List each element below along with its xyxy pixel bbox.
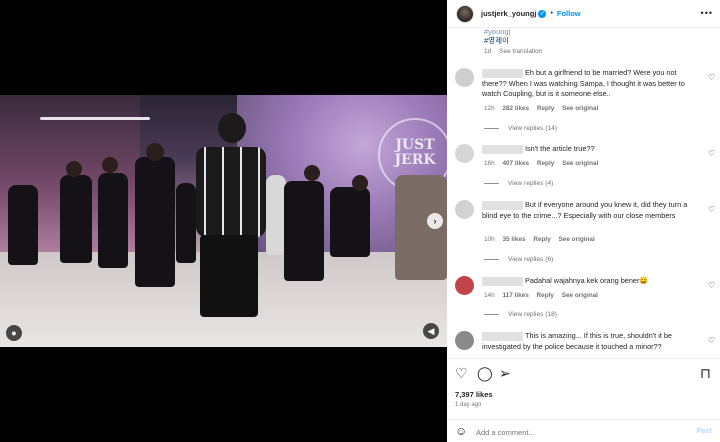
post-media: JUST JERK › ● ◀ xyxy=(0,0,447,442)
reply-button[interactable]: Reply xyxy=(537,160,554,167)
view-replies-button[interactable]: View replies (14) xyxy=(484,125,557,132)
view-replies-button[interactable]: View replies (4) xyxy=(484,180,553,187)
comment-meta: 12h 282 likes Reply See original xyxy=(484,105,599,112)
comment-text: But if everyone around you knew it, did … xyxy=(482,200,688,220)
dance-video[interactable]: JUST JERK xyxy=(0,95,447,347)
main-dancer-head xyxy=(218,113,246,143)
post-button[interactable]: Post xyxy=(697,428,712,435)
see-translation-link[interactable]: See translation xyxy=(499,48,542,55)
reply-button[interactable]: Reply xyxy=(537,105,554,112)
caption-time: 1d xyxy=(484,48,492,55)
background-dancer xyxy=(330,187,370,257)
caption-hashtag[interactable]: #영제이 xyxy=(484,35,509,46)
post-date: 1 day ago xyxy=(455,402,482,408)
commenter-avatar[interactable] xyxy=(455,331,474,350)
background-dancer xyxy=(176,183,196,263)
comment-bubble-icon[interactable]: ◯ xyxy=(477,366,493,380)
caption-meta: 1d See translation xyxy=(484,48,548,55)
background-dancer xyxy=(8,185,38,265)
comment-text: Padahal wajahnya kek orang bener😄 xyxy=(525,276,649,285)
user-tag-icon[interactable]: ● xyxy=(6,325,22,341)
main-dancer-legs xyxy=(200,235,258,317)
see-original-link[interactable]: See original xyxy=(562,160,598,167)
comment-meta: 10h 35 likes Reply See original xyxy=(484,236,595,243)
post-actions: ♡ ◯ ➢ ⊓ 7,397 likes 1 day ago xyxy=(447,358,720,410)
ceiling-light xyxy=(40,117,150,120)
background-dancer xyxy=(135,157,175,287)
add-comment-bar: ☺ Post xyxy=(447,419,720,442)
see-original-link[interactable]: See original xyxy=(562,292,598,299)
heart-outline-icon[interactable]: ♡ xyxy=(708,205,715,214)
post-header: justjerk_youngj ✓ • Follow ••• xyxy=(447,0,720,28)
see-original-link[interactable]: See original xyxy=(559,236,595,243)
comment-text: Eh but a girlfriend to be married? Were … xyxy=(482,68,685,98)
verified-badge-icon: ✓ xyxy=(538,9,547,18)
reply-button[interactable]: Reply xyxy=(533,236,550,243)
share-send-icon[interactable]: ➢ xyxy=(499,366,511,380)
heart-outline-icon[interactable]: ♡ xyxy=(708,73,715,82)
view-replies-button[interactable]: View replies (18) xyxy=(484,311,557,318)
follow-button[interactable]: Follow xyxy=(557,9,581,18)
commenter-avatar[interactable] xyxy=(455,68,474,87)
comments-list[interactable]: #youngj #영제이 1d See translation Eh but a… xyxy=(447,28,720,358)
volume-muted-icon[interactable]: ◀ xyxy=(423,323,439,339)
avatar[interactable] xyxy=(456,4,474,23)
commenter-avatar[interactable] xyxy=(455,276,474,295)
heart-outline-icon[interactable]: ♡ xyxy=(708,149,715,158)
dancer-head xyxy=(66,161,82,177)
dancer-head xyxy=(102,157,118,173)
comment-meta: 16h 407 likes Reply See original xyxy=(484,160,599,167)
background-dancer xyxy=(284,181,324,281)
background-dancer xyxy=(266,175,286,255)
dancer-head xyxy=(146,143,164,161)
heart-outline-icon[interactable]: ♡ xyxy=(708,281,715,290)
view-replies-button[interactable]: View replies (6) xyxy=(484,256,553,263)
more-horizontal-icon[interactable]: ••• xyxy=(701,8,713,18)
emoji-icon[interactable]: ☺ xyxy=(455,424,467,438)
dancer-head xyxy=(352,175,368,191)
comment-input[interactable] xyxy=(476,425,686,439)
comment-text: Isn't the article true?? xyxy=(525,144,595,153)
reply-button[interactable]: Reply xyxy=(537,292,554,299)
username-link[interactable]: justjerk_youngj xyxy=(481,9,536,18)
main-dancer-jacket xyxy=(196,147,266,237)
separator-dot: • xyxy=(550,10,553,17)
comment-text: This is amazing... If this is true, shou… xyxy=(482,331,672,351)
commenter-avatar[interactable] xyxy=(455,200,474,219)
commenter-avatar[interactable] xyxy=(455,144,474,163)
background-dancer xyxy=(60,175,92,263)
background-dancer xyxy=(98,173,128,268)
likes-count[interactable]: 7,397 likes xyxy=(455,390,493,399)
bookmark-icon[interactable]: ⊓ xyxy=(700,366,711,380)
heart-icon[interactable]: ♡ xyxy=(455,366,468,380)
comment-meta: 14h 117 likes Reply See original xyxy=(484,292,598,299)
post-panel: justjerk_youngj ✓ • Follow ••• #youngj #… xyxy=(447,0,720,442)
see-original-link[interactable]: See original xyxy=(562,105,598,112)
dancer-head xyxy=(304,165,320,181)
heart-outline-icon[interactable]: ♡ xyxy=(708,336,715,345)
chevron-right-icon[interactable]: › xyxy=(427,213,443,229)
